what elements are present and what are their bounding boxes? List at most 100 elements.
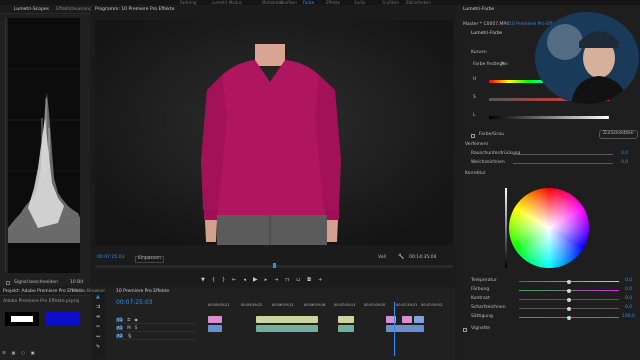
luminance-range[interactable]	[489, 116, 609, 119]
lumetri-color-panel: Lumetri-Farbe Master * C0007.MP4 10 Prem…	[457, 6, 640, 360]
slider-knob[interactable]	[567, 315, 571, 320]
clip-video[interactable]	[414, 316, 424, 323]
color-wheel[interactable]	[509, 188, 589, 268]
selection-tool-icon[interactable]: ▲	[96, 295, 100, 300]
bin-thumbnail[interactable]	[46, 312, 80, 326]
go-to-out-icon[interactable]: ⇥	[274, 277, 278, 283]
workspace-tab[interactable]: Grafiken	[382, 0, 399, 5]
track-select-icon[interactable]: ⇉	[96, 305, 100, 310]
soften-slider[interactable]	[513, 163, 613, 164]
video-frame[interactable]	[95, 20, 453, 245]
slider-knob[interactable]	[567, 288, 571, 293]
add-button-icon[interactable]: +	[318, 277, 322, 283]
vignette-checkbox[interactable]	[463, 328, 467, 332]
soften-value[interactable]: 0,0	[621, 160, 628, 166]
workspace-tab[interactable]: Effekte	[326, 0, 340, 5]
play-icon[interactable]: ▶	[253, 277, 258, 283]
section-curves[interactable]: Kurven	[471, 50, 487, 56]
solo-icon[interactable]: S	[135, 325, 138, 330]
workspace-tab[interactable]: Audio	[354, 0, 365, 5]
ruler-tick: 00:06:59:13	[272, 303, 294, 307]
clip-source[interactable]: Master * C0007.MP4	[463, 22, 509, 28]
clip-video[interactable]: C0006	[208, 316, 222, 332]
bit-depth[interactable]: 10 Bit	[70, 280, 83, 286]
track-target-v1[interactable]: V1	[116, 317, 124, 322]
waveform-scope	[8, 18, 80, 273]
denoise-slider[interactable]	[513, 154, 613, 155]
control-value[interactable]: 0,0	[625, 278, 632, 284]
control-value[interactable]: 0,0	[625, 305, 632, 311]
reset-button[interactable]: Zurücksetzen	[599, 130, 638, 139]
icon-view-icon[interactable]: ▦	[12, 351, 16, 357]
bin-thumbnail[interactable]	[5, 312, 39, 326]
slider-knob[interactable]	[567, 279, 571, 284]
in-point-icon[interactable]: {	[212, 277, 215, 283]
sequence-tab[interactable]: 10 Premiere Pro Effekte	[116, 289, 169, 295]
track-target-a1[interactable]: A1	[116, 325, 124, 330]
timeline-playhead[interactable]	[394, 302, 395, 356]
luma-slider[interactable]	[505, 188, 507, 268]
clip-audio[interactable]	[208, 325, 222, 332]
extract-icon[interactable]: ⊔	[296, 277, 300, 283]
slider-knob[interactable]	[567, 297, 571, 302]
playhead-timecode[interactable]: 00:07:25:03	[97, 255, 124, 261]
program-title[interactable]: Programm: 10 Premiere Pro Effekte	[95, 7, 174, 13]
clip-video[interactable]: C0008 [V][99%] [C]	[256, 316, 318, 332]
slip-tool-icon[interactable]: ↔	[96, 335, 100, 340]
control-value[interactable]: 0,0	[625, 287, 632, 293]
webcam-overlay	[535, 12, 639, 104]
mic-icon[interactable]: 🎙	[127, 333, 132, 338]
marker-icon[interactable]: ▼	[201, 277, 205, 283]
workspace-tab[interactable]: Farbring	[180, 0, 196, 5]
wrench-icon[interactable]: 🔧	[398, 255, 404, 260]
pen-tool-icon[interactable]: ✎	[96, 345, 100, 350]
lift-icon[interactable]: ⊓	[285, 277, 289, 283]
step-forward-icon[interactable]: ▸	[265, 277, 268, 283]
clip-video[interactable]	[402, 316, 412, 323]
ruler-tick: 00:07:29:21	[396, 303, 418, 307]
camera-icon[interactable]: ◘	[307, 277, 311, 283]
quality-select[interactable]: Voll	[378, 255, 386, 261]
control-value[interactable]: 0,0	[625, 296, 632, 302]
clip-signal-checkbox[interactable]	[6, 281, 10, 285]
clip-audio[interactable]	[338, 325, 354, 332]
time-ruler[interactable]: 00:05:59:21 00:05:59:22 00:06:59:13 00:0…	[206, 303, 446, 312]
clip-audio[interactable]	[386, 325, 424, 332]
fit-select[interactable]: Einpassen	[135, 256, 164, 263]
playhead-marker[interactable]	[273, 263, 276, 268]
ruler-tick: 00:06:59:16	[304, 303, 326, 307]
workspace-tab[interactable]: Bibliotheken	[406, 0, 431, 5]
new-item-icon[interactable]: ▣	[31, 351, 35, 357]
section-correction[interactable]: Korrektur	[465, 171, 486, 177]
tab-lumetri-color[interactable]: Lumetri-Farbe	[463, 7, 494, 13]
tab-lumetri-scopes[interactable]: Lumetri-Scopes	[14, 7, 49, 13]
control-value[interactable]: 100,0	[622, 314, 635, 320]
ruler-tick: 00:05:59:21	[208, 303, 230, 307]
track-target-a2[interactable]: A2	[116, 333, 124, 338]
denoise-value[interactable]: 0,0	[621, 151, 628, 157]
slider-knob[interactable]	[567, 306, 571, 311]
eye-icon[interactable]: ◉	[134, 317, 138, 322]
out-point-icon[interactable]: }	[222, 277, 225, 283]
clip-video[interactable]: C0006	[338, 316, 354, 332]
colorgrade-checkbox[interactable]	[471, 134, 475, 138]
timeline-timecode[interactable]: 00:07:25:03	[116, 300, 153, 306]
go-to-in-icon[interactable]: ⇤	[232, 277, 236, 283]
zoom-slider-icon[interactable]: ○	[21, 351, 25, 357]
lumetri-scopes-panel: Lumetri-Scopes Effektsteuerungen Signal …	[0, 6, 98, 286]
mute-icon[interactable]: M	[127, 325, 130, 330]
workspace-tab-active[interactable]: Farbe	[303, 0, 314, 5]
workspace-tab[interactable]: Grafiken	[280, 0, 297, 5]
lock-icon[interactable]: ⚿	[127, 317, 130, 322]
step-back-icon[interactable]: ◂	[243, 277, 246, 283]
workspace-tab[interactable]: Lumetri-Modus	[212, 0, 242, 5]
section-refine[interactable]: Verfeinern	[465, 142, 488, 148]
list-view-icon[interactable]: ☰	[2, 351, 6, 357]
eyedropper-icon[interactable]: ✎	[501, 62, 505, 67]
ruler-tick: 00:07:59:12	[421, 303, 443, 307]
control-row: Scharfzeichnen 0,0	[471, 305, 637, 314]
razor-tool-icon[interactable]: ✂	[96, 325, 100, 330]
clip-audio[interactable]	[256, 325, 318, 332]
program-monitor: Programm: 10 Premiere Pro Effekte 00:07:…	[91, 6, 455, 286]
ripple-edit-icon[interactable]: ⇹	[96, 315, 100, 320]
